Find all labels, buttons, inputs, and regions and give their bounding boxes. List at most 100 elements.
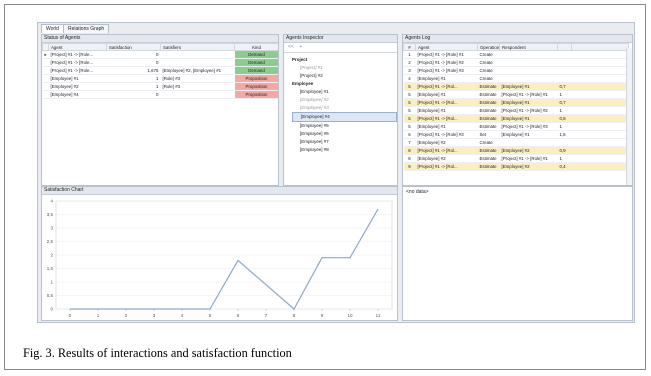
kind-cell: Proposition (234, 74, 278, 83)
tree-node-project[interactable]: Project (292, 56, 397, 64)
table-row[interactable]: 9 [Project] #1 -> [Rol... Estimate [Employe… (403, 162, 629, 171)
y-tick-label: 3 (50, 226, 53, 231)
log-operation-cell: Create (477, 58, 500, 67)
table-row[interactable]: 2 [Project] #1 -> [Role] #2 Create (403, 58, 629, 67)
log-operation-cell: Estimate (477, 122, 500, 131)
y-tick-label: 1,5 (47, 266, 54, 271)
column-header[interactable]: Kind (234, 43, 278, 51)
log-value-cell (557, 58, 572, 67)
kind-cell: Demand (234, 50, 278, 59)
column-header[interactable]: Satisfaction (106, 43, 161, 51)
chart-panel-title: Satisfaction Chart (42, 187, 397, 195)
log-index-cell: 9 (403, 162, 416, 171)
log-index-cell: 8 (403, 154, 416, 163)
table-row[interactable]: 5 [Employee] #1 Estimate [Project] #1 -> [R… (403, 90, 629, 99)
y-tick-label: 4 (50, 199, 53, 204)
status-panel-title: Status of Agents (42, 35, 278, 43)
tree-item-employee[interactable]: [Employee] #2 (292, 96, 397, 104)
app-window: World Relations Graph Status of Agents A… (37, 22, 635, 323)
inspector-panel: Agents Inspector << + Project [Project] #… (283, 34, 398, 186)
table-row[interactable]: 7 [Employee] #2 Create (403, 138, 629, 147)
x-tick-label: 7 (265, 313, 268, 318)
tree-item-employee[interactable]: [Employee] #3 (292, 104, 397, 112)
log-respondent-cell (499, 66, 558, 75)
table-row[interactable]: 5 [Project] #1 -> [Rol... Estimate [Employe… (403, 114, 629, 123)
table-row[interactable]: 5 [Project] #1 -> [Rol... Estimate [Employe… (403, 98, 629, 107)
agent-cell: [Project] #1 -> [Role... (48, 58, 107, 67)
x-tick-label: 9 (321, 313, 324, 318)
inspector-toolbar: << + (284, 43, 397, 53)
y-tick-label: 2,5 (47, 239, 54, 244)
tree-item-employee[interactable]: [Employee] #8 (292, 146, 397, 154)
log-value-cell: 0,9 (557, 146, 572, 155)
agent-cell: [Employee] #1 (48, 74, 107, 83)
satisfiers-cell: [Employee] #2, [Employee] #1 (160, 66, 235, 75)
table-row[interactable]: [Employee] #2 1 [Role] #3 Proposition (42, 82, 278, 91)
log-value-cell: 1 (557, 90, 572, 99)
log-scrollbar[interactable] (626, 48, 632, 185)
log-agent-cell: [Employee] #1 (415, 122, 478, 131)
expand-all-button[interactable]: + (299, 44, 302, 50)
table-row[interactable]: [Employee] #1 1 [Role] #3 Proposition (42, 74, 278, 83)
x-tick-label: 1 (97, 313, 100, 318)
satisfiers-cell (160, 50, 235, 59)
table-row[interactable]: 1 [Project] #1 -> [Role] #1 Create (403, 50, 629, 59)
log-value-cell (557, 74, 572, 83)
log-agent-cell: [Employee] #2 (415, 154, 478, 163)
tree-item-employee[interactable]: [Employee] #5 (292, 122, 397, 130)
log-agent-cell: [Project] #1 -> [Role] #1 (415, 50, 478, 59)
collapse-all-button[interactable]: << (288, 44, 294, 50)
table-row[interactable]: 3 [Project] #1 -> [Role] #3 Create (403, 66, 629, 75)
x-tick-label: 0 (69, 313, 72, 318)
log-value-cell: 0,7 (557, 82, 572, 91)
log-agent-cell: [Project] #1 -> [Role] #3 (415, 130, 478, 139)
satisfaction-cell: 1,675 (106, 66, 161, 75)
table-row[interactable]: 5 [Employee] #1 Estimate [Project] #1 -> [R… (403, 122, 629, 131)
tab-world[interactable]: World (41, 24, 64, 33)
column-header[interactable]: Agent (48, 43, 107, 51)
table-row[interactable]: [Project] #1 -> [Role... 0 Demand (42, 58, 278, 67)
log-index-cell: 2 (403, 58, 416, 67)
x-tick-label: 4 (181, 313, 184, 318)
tree-item-employee[interactable]: [Employee] #6 (292, 130, 397, 138)
tab-strip: World Relations Graph (38, 23, 634, 33)
log-operation-cell: Create (477, 50, 500, 59)
table-row[interactable]: [Employee] #4 0 Proposition (42, 90, 278, 99)
log-index-cell: 5 (403, 82, 416, 91)
column-header[interactable]: Operation (477, 43, 500, 51)
column-header[interactable]: Satisfiers (160, 43, 235, 51)
log-agent-cell: [Project] #1 -> [Rol... (415, 114, 478, 123)
column-header (557, 43, 572, 51)
log-respondent-cell (499, 138, 558, 147)
table-row[interactable]: 5 [Employee] #1 Estimate [Project] #1 -> [R… (403, 106, 629, 115)
log-index-cell: 5 (403, 106, 416, 115)
table-row[interactable]: 6 [Project] #1 -> [Role] #3 Set [Employee] … (403, 130, 629, 139)
details-panel: <no data> (402, 186, 633, 321)
table-row[interactable]: 8 [Employee] #2 Estimate [Project] #1 -> [R… (403, 154, 629, 163)
column-header[interactable]: Respondent (499, 43, 558, 51)
tree-item-project[interactable]: [Project] #2 (292, 72, 397, 80)
table-row[interactable]: 4 [Employee] #1 Create (403, 74, 629, 83)
log-index-cell: 6 (403, 130, 416, 139)
log-respondent-cell: [Employee] #1 (499, 114, 558, 123)
tree-item-project[interactable]: [Project] #1 (292, 64, 397, 72)
log-respondent-cell: [Employee] #1 (499, 130, 558, 139)
column-header[interactable]: Agent (415, 43, 478, 51)
table-row[interactable]: ▸ [Project] #1 -> [Role... 0 Demand (42, 50, 278, 59)
column-header[interactable]: # (403, 43, 416, 51)
tree-item-employee[interactable]: [Employee] #4 (292, 112, 397, 122)
table-row[interactable]: 5 [Project] #1 -> [Rol... Estimate [Employe… (403, 82, 629, 91)
table-row[interactable]: 8 [Project] #1 -> [Rol... Estimate [Employe… (403, 146, 629, 155)
log-value-cell: 1 (557, 122, 572, 131)
tree-item-employee[interactable]: [Employee] #7 (292, 138, 397, 146)
tree-item-employee[interactable]: [Employee] #1 (292, 88, 397, 96)
log-agent-cell: [Project] #1 -> [Rol... (415, 82, 478, 91)
log-operation-cell: Estimate (477, 154, 500, 163)
tab-relations-graph[interactable]: Relations Graph (63, 24, 110, 33)
log-respondent-cell: [Project] #1 -> [Role] #1 (499, 154, 558, 163)
table-row[interactable]: [Project] #1 -> [Role... 1,675 [Employee] … (42, 66, 278, 75)
satisfaction-cell: 0 (106, 58, 161, 67)
log-value-cell: 1,8 (557, 130, 572, 139)
tree-node-employee[interactable]: Employee (292, 80, 397, 88)
log-respondent-cell: [Employee] #2 (499, 146, 558, 155)
